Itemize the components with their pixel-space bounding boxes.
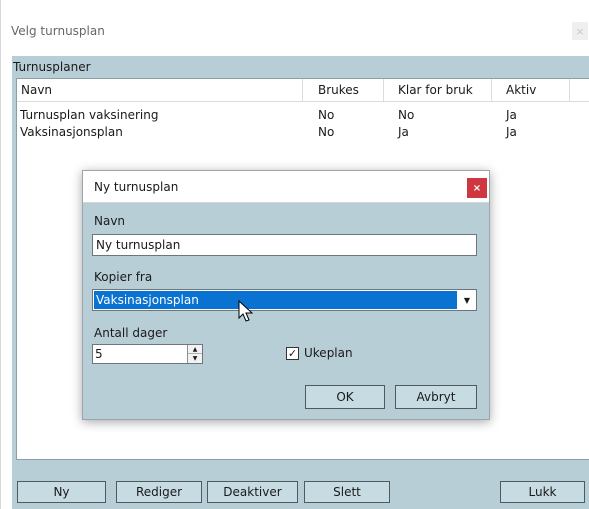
column-header-ready[interactable]: Klar for bruk	[384, 79, 492, 101]
cell-active: Ja	[506, 125, 517, 139]
copy-from-label: Kopier fra	[94, 270, 153, 284]
dialog-titlebar[interactable]: Ny turnusplan ×	[83, 171, 489, 203]
weekplan-label: Ukeplan	[304, 346, 353, 360]
list-header: Navn Brukes Klar for bruk Aktiv	[17, 79, 589, 102]
weekplan-checkbox[interactable]: ✓	[286, 347, 299, 360]
name-input[interactable]: Ny turnusplan	[92, 234, 477, 256]
cell-name: Vaksinasjonsplan	[20, 125, 123, 139]
checkmark-icon: ✓	[287, 347, 298, 360]
spin-down-icon[interactable]: ▼	[188, 354, 202, 363]
section-label: Turnusplaner	[13, 60, 91, 74]
mouse-cursor-icon	[238, 300, 254, 322]
edit-button[interactable]: Rediger	[116, 481, 202, 503]
cell-in-use: No	[318, 108, 335, 122]
cell-name: Turnusplan vaksinering	[20, 108, 159, 122]
spin-buttons: ▲ ▼	[187, 345, 202, 363]
window-title: Velg turnusplan	[11, 24, 105, 38]
cell-ready: Ja	[398, 125, 409, 139]
copy-from-select[interactable]: Vaksinasjonsplan ▼	[92, 289, 477, 311]
new-plan-dialog: Ny turnusplan × Navn Ny turnusplan Kopie…	[82, 170, 490, 420]
days-value: 5	[95, 347, 103, 361]
table-row[interactable]: Vaksinasjonsplan No Ja Ja	[17, 124, 589, 141]
days-stepper[interactable]: 5 ▲ ▼	[92, 344, 203, 364]
delete-button[interactable]: Slett	[304, 481, 390, 503]
copy-from-selected: Vaksinasjonsplan	[94, 291, 457, 309]
spin-up-icon[interactable]: ▲	[188, 345, 202, 354]
column-header-in-use[interactable]: Brukes	[303, 79, 384, 101]
close-icon: ×	[472, 182, 482, 194]
new-button[interactable]: Ny	[17, 481, 106, 503]
ok-button[interactable]: OK	[305, 385, 385, 409]
dialog-close-button[interactable]: ×	[467, 178, 487, 198]
dropdown-arrow-icon[interactable]: ▼	[458, 290, 476, 310]
days-label: Antall dager	[94, 326, 168, 340]
cell-ready: No	[398, 108, 415, 122]
column-header-name[interactable]: Navn	[17, 79, 303, 101]
table-row[interactable]: Turnusplan vaksinering No No Ja	[17, 107, 589, 124]
cancel-button[interactable]: Avbryt	[395, 385, 477, 409]
window-close-button[interactable]: ×	[572, 22, 588, 40]
close-button[interactable]: Lukk	[500, 481, 585, 503]
name-label: Navn	[94, 214, 126, 228]
column-header-active[interactable]: Aktiv	[492, 79, 570, 101]
cell-in-use: No	[318, 125, 335, 139]
deactivate-button[interactable]: Deaktiver	[207, 481, 298, 503]
cell-active: Ja	[506, 108, 517, 122]
dialog-title: Ny turnusplan	[94, 180, 179, 194]
close-icon: ×	[575, 24, 585, 38]
